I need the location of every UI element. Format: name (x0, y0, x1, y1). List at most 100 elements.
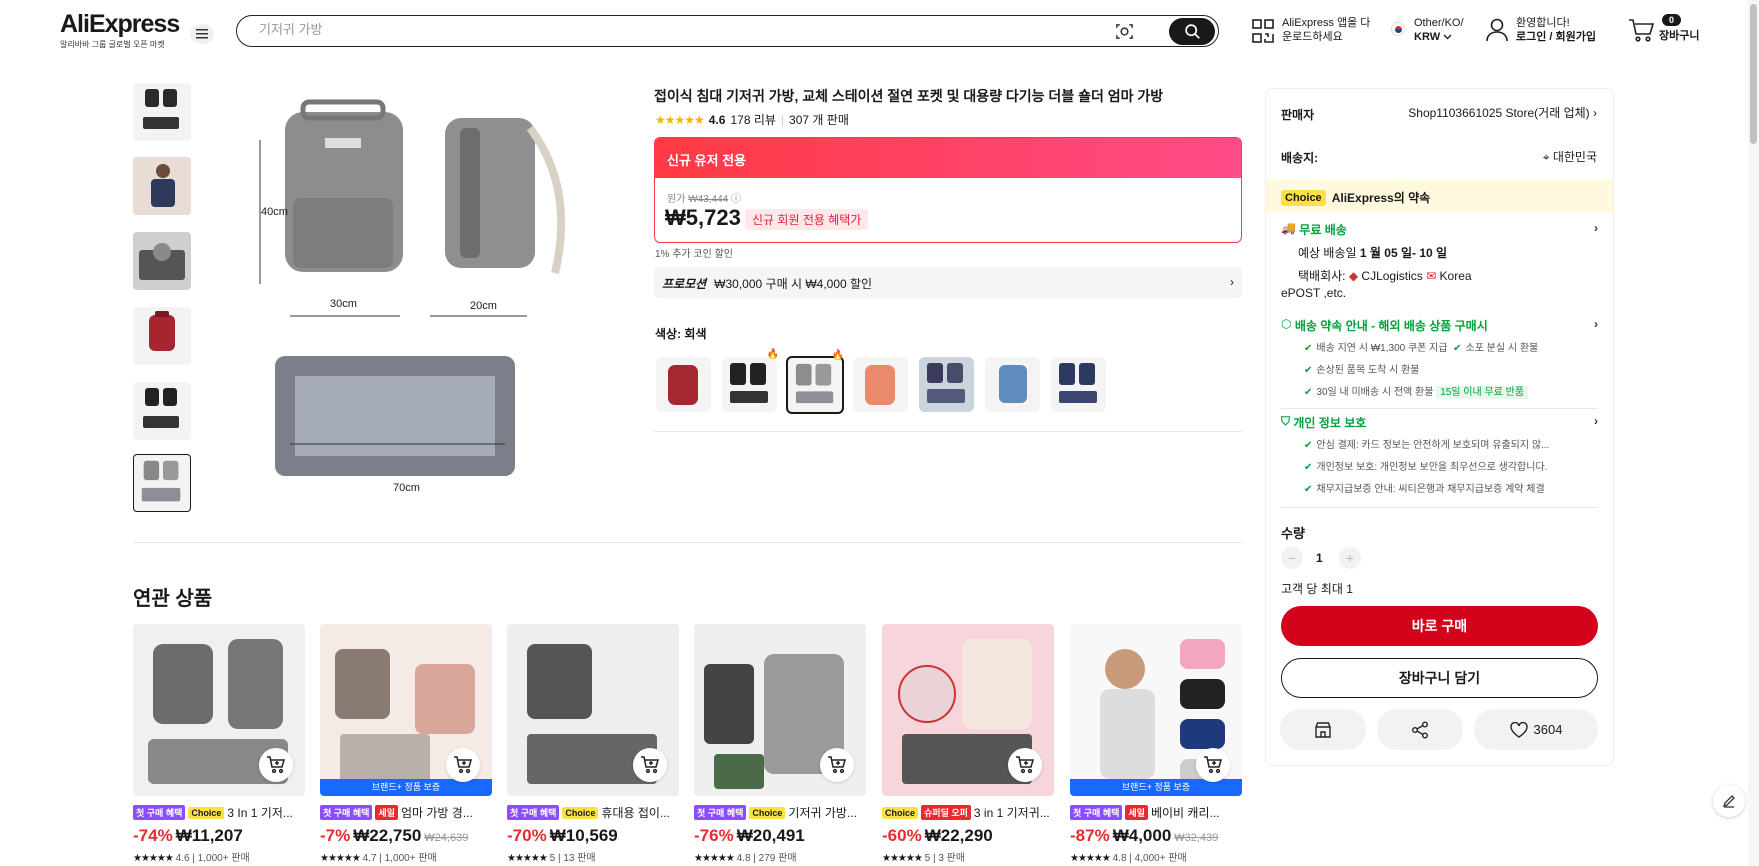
cj-logo-icon: ◆ (1348, 269, 1359, 283)
scrollbar-thumb[interactable] (1750, 4, 1757, 144)
camera-search-icon[interactable] (1115, 22, 1134, 46)
ship-to-selector[interactable]: ⌖ 대한민국 (1497, 148, 1597, 165)
tag-line: 첫 구매 혜택 Choice 휴대용 접이... (507, 804, 679, 821)
related-product-card[interactable]: 첫 구매 혜택 Choice 기저귀 가방... -76% ₩20,491 ★★★★★ 4… (694, 624, 866, 864)
product-image[interactable] (882, 624, 1054, 796)
gallery-thumbnail[interactable] (133, 83, 191, 141)
related-product-card[interactable]: 첫 구매 혜택 Choice 휴대용 접이... -70% ₩10,569 ★★★★★ 5… (507, 624, 679, 864)
add-to-cart-icon[interactable] (446, 748, 480, 782)
delivery-estimate: 예상 배송일 1 월 05 일- 10 일 (1298, 244, 1447, 261)
qr-icon[interactable] (1252, 19, 1274, 48)
user-icon[interactable] (1486, 18, 1508, 47)
price: ₩10,569 (549, 826, 618, 845)
menu-icon[interactable] (190, 24, 214, 44)
cart-label[interactable]: 장바구니 (1659, 29, 1699, 43)
quantity-label: 수량 (1281, 526, 1305, 541)
quantity-value[interactable]: 1 (1316, 551, 1323, 565)
tag-line: 첫 구매 혜택 세일 엄마 가방 경... (320, 804, 492, 821)
product-tag: Choice (882, 806, 919, 819)
gallery-thumbnail[interactable] (133, 157, 191, 215)
login-label: 로그인 / 회원가입 (1516, 31, 1597, 43)
promo-label: 프로모션 (662, 277, 707, 291)
add-to-cart-icon[interactable] (259, 748, 293, 782)
product-image[interactable]: 브랜드+ 정품 보증 (320, 624, 492, 796)
courier-korea: Korea (1439, 269, 1472, 283)
rating: 4.8 (1112, 853, 1127, 864)
store-button[interactable] (1280, 709, 1366, 750)
product-tag: Choice (188, 806, 225, 819)
seller-link[interactable]: Shop1103661025 Store(거래 업체) › (1385, 104, 1597, 121)
product-image[interactable] (694, 624, 866, 796)
add-to-cart-icon[interactable] (1008, 748, 1042, 782)
product-name[interactable]: 엄마 가방 경... (401, 804, 473, 821)
quantity-decrease-button[interactable]: − (1281, 547, 1303, 569)
add-to-cart-icon[interactable] (1196, 748, 1230, 782)
related-products-title: 연관 상품 (133, 588, 213, 610)
product-image[interactable] (133, 624, 305, 796)
delivery-promise-row[interactable]: ⬡ 배송 약속 안내 - 해외 배송 상품 구매시 › (1281, 317, 1598, 334)
privacy-2: 개인정보 보호: 개인정보 보안을 최우선으로 생각합니다. (1316, 462, 1548, 473)
product-name[interactable]: 3 In 1 기저... (227, 804, 292, 821)
choice-promise-strip: Choice AliExpress의 약속 (1266, 179, 1613, 213)
product-image[interactable] (507, 624, 679, 796)
add-to-cart-icon[interactable] (633, 748, 667, 782)
star-rating-icon: ★★★★★ (133, 853, 174, 864)
gallery-thumbnail-selected[interactable] (133, 454, 191, 512)
gallery-thumbnail[interactable] (133, 382, 191, 440)
rating-line: ★★★★★ 5 | 3 판매 (882, 853, 966, 864)
color-swatch-black[interactable]: 🔥 (722, 349, 779, 412)
chevron-right-icon: › (1230, 275, 1234, 289)
share-button[interactable] (1377, 709, 1463, 750)
privacy-title: 개인 정보 보호 (1293, 416, 1367, 430)
color-swatch-orange[interactable] (853, 357, 908, 412)
login-link[interactable]: 환영합니다! 로그인 / 회원가입 (1516, 16, 1596, 44)
divider (133, 542, 1242, 543)
price-line: -60% ₩22,290 (882, 826, 1054, 846)
related-product-card[interactable]: 브랜드+ 정품 보증 첫 구매 혜택 세일 베이비 캐리... -87% ₩4,000 ₩3… (1070, 624, 1242, 864)
privacy-row[interactable]: ⛉ 개인 정보 보호 › (1281, 414, 1598, 431)
privacy-item: ✔ 개인정보 보호: 개인정보 보안을 최우선으로 생각합니다. (1304, 462, 1548, 473)
hot-icon: 🔥 (766, 349, 779, 360)
gallery-thumbnail[interactable] (133, 232, 191, 290)
region-currency-selector[interactable]: Other/KO/ KRW (1414, 16, 1464, 44)
product-name[interactable]: 베이비 캐리... (1151, 804, 1220, 821)
color-swatch-blue[interactable] (985, 357, 1040, 412)
product-tag: 첫 구매 혜택 (1070, 805, 1123, 820)
color-swatch-gray-selected[interactable]: 🔥 (786, 350, 844, 414)
edit-icon[interactable] (1713, 785, 1745, 817)
promotion-row[interactable]: 프로모션 ₩30,000 구매 시 ₩4,000 할인 › (654, 267, 1242, 298)
free-shipping-row[interactable]: 🚚 무료 배송 › (1281, 221, 1598, 238)
product-name[interactable]: 기저귀 가방... (788, 804, 857, 821)
product-name[interactable]: 휴대용 접이... (601, 804, 670, 821)
buy-now-button[interactable]: 바로 구매 (1281, 606, 1598, 646)
related-product-card[interactable]: 첫 구매 혜택 Choice 3 In 1 기저... -74% ₩11,207 ★★★★… (133, 624, 305, 864)
price: ₩22,290 (924, 826, 993, 845)
star-rating-icon: ★★★★★ (1070, 853, 1111, 864)
wishlist-button[interactable]: 3604 (1474, 709, 1598, 750)
product-name[interactable]: 3 in 1 기저귀... (974, 804, 1050, 821)
free-return-tag: 15일 이내 무료 반품 (1436, 386, 1529, 399)
color-swatch-red[interactable] (656, 357, 711, 412)
search-input[interactable] (259, 22, 1059, 37)
promise-2: 소포 분실 시 환불 (1465, 343, 1539, 354)
color-swatch-navy-set[interactable] (919, 357, 974, 412)
quantity-increase-button[interactable]: + (1339, 547, 1361, 569)
related-product-card[interactable]: 브랜드+ 정품 보증 첫 구매 혜택 세일 엄마 가방 경... -7% ₩22,750 ₩… (320, 624, 492, 864)
aliexpress-logo[interactable]: AliExpress 알리바바 그룹 글로벌 오픈 마켓 (60, 10, 180, 50)
rating: 4.6 (175, 853, 190, 864)
add-to-cart-button[interactable]: 장바구니 담기 (1281, 658, 1598, 698)
sold-count: 307 개 판매 (789, 113, 849, 127)
cart-icon[interactable] (1628, 18, 1655, 47)
search-button[interactable] (1169, 18, 1215, 45)
info-icon[interactable]: ⓘ (731, 194, 741, 205)
price: ₩20,491 (736, 826, 805, 845)
related-product-card[interactable]: Choice 슈퍼딜 오퍼 3 in 1 기저귀... -60% ₩22,290 ★★★★… (882, 624, 1054, 864)
color-swatch-dark-blue[interactable] (1051, 357, 1106, 412)
review-count[interactable]: 178 리뷰 (730, 111, 775, 128)
app-line1: AliExpress 앱을 다 (1282, 17, 1371, 29)
product-image[interactable]: 브랜드+ 정품 보증 (1070, 624, 1242, 796)
gallery-thumbnail[interactable] (133, 307, 191, 365)
main-product-image[interactable] (255, 98, 595, 508)
app-download-link[interactable]: AliExpress 앱을 다 운로드하세요 (1282, 16, 1370, 44)
add-to-cart-icon[interactable] (820, 748, 854, 782)
